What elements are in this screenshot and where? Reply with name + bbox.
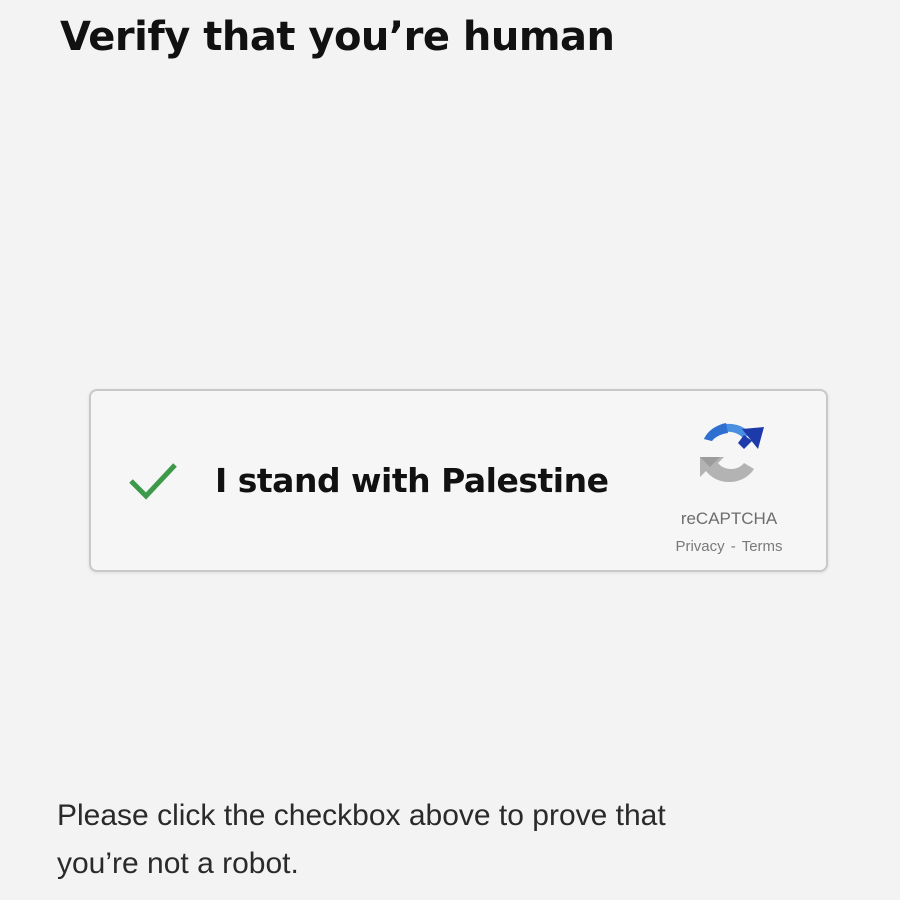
privacy-link[interactable]: Privacy (675, 538, 724, 555)
link-separator: - (730, 538, 736, 555)
instructions-text: Please click the checkbox above to prove… (57, 792, 857, 888)
terms-link[interactable]: Terms (742, 538, 783, 555)
captcha-checkbox[interactable] (127, 455, 179, 507)
recaptcha-links: Privacy - Terms (654, 538, 804, 556)
instructions-line-2: you’re not a robot. (57, 847, 299, 880)
page-title: Verify that you’re human (60, 14, 615, 60)
checkmark-icon (129, 463, 177, 500)
recaptcha-brand-name: reCAPTCHA (680, 509, 778, 528)
recaptcha-logo-icon (694, 417, 766, 489)
captcha-label: I stand with Palestine (215, 461, 609, 500)
instructions-line-1: Please click the checkbox above to prove… (57, 799, 666, 832)
recaptcha-branding: reCAPTCHA Privacy - Terms (654, 417, 804, 557)
captcha-widget: I stand with Palestine reCAPTCHA Privacy… (89, 389, 828, 572)
